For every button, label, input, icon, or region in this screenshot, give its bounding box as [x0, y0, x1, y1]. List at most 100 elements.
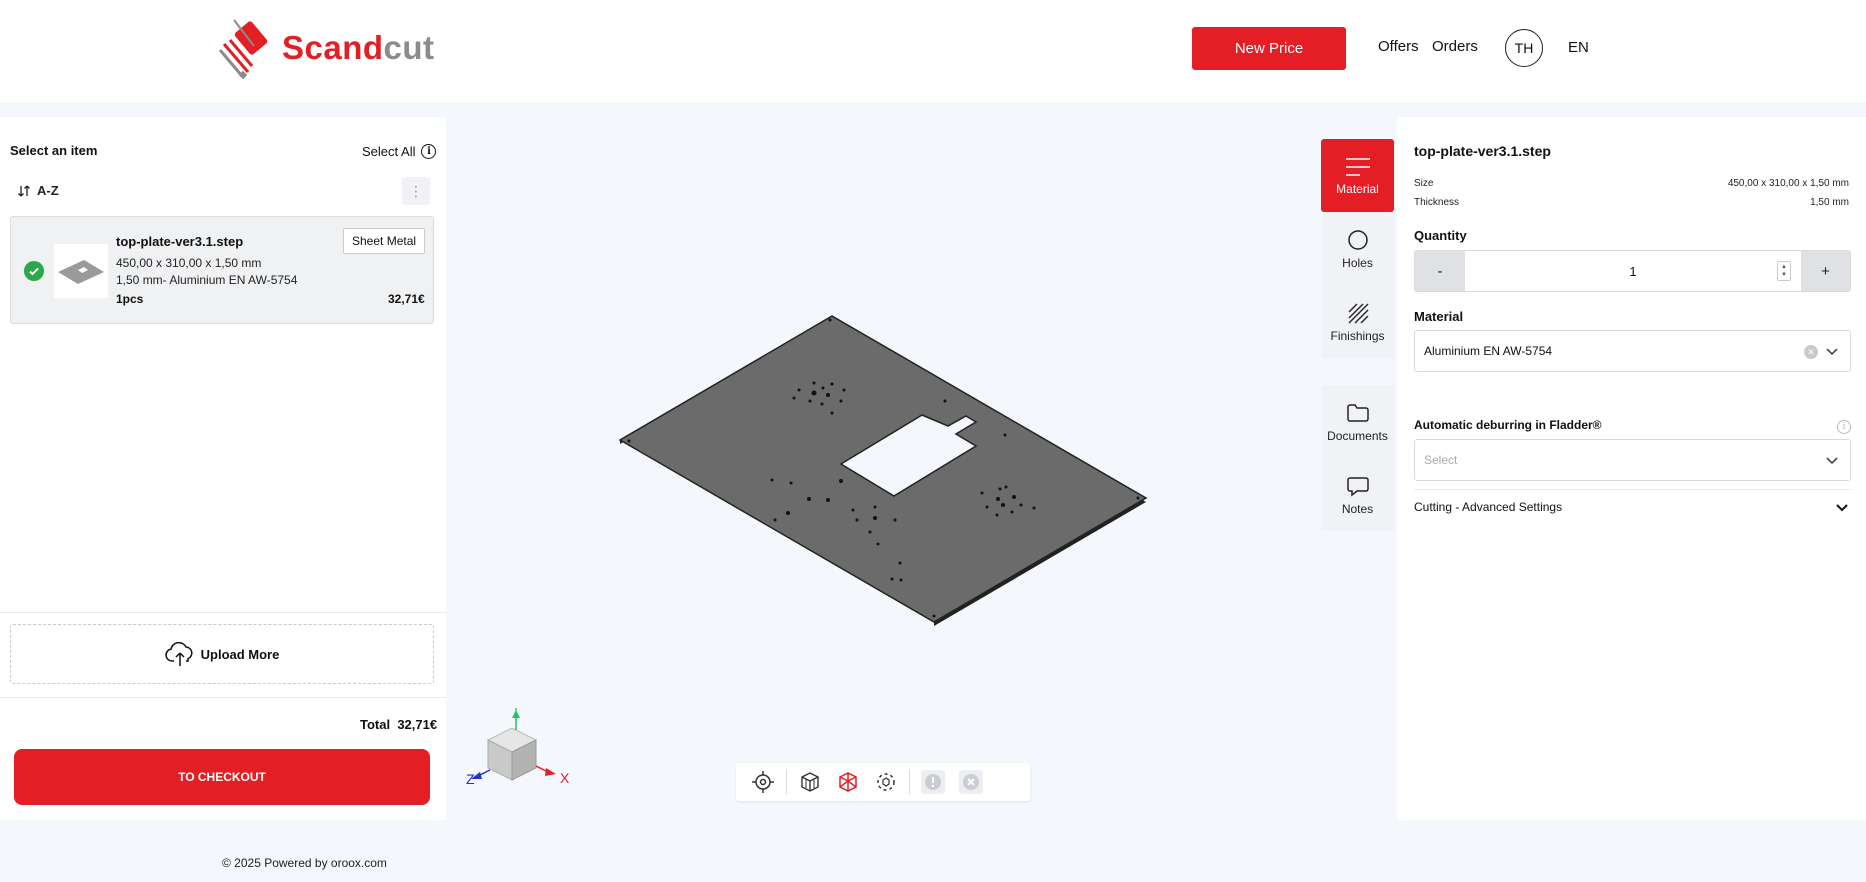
- quantity-value: 1: [1629, 263, 1637, 279]
- size-label: Size: [1414, 178, 1434, 189]
- tab-notes-label: Notes: [1341, 501, 1374, 516]
- tab-notes[interactable]: Notes: [1321, 458, 1394, 531]
- list-item[interactable]: top-plate-ver3.1.step Sheet Metal 450,00…: [10, 216, 434, 324]
- recenter-button[interactable]: [744, 766, 782, 798]
- item-dimensions: 450,00 x 310,00 x 1,50 mm: [116, 256, 262, 270]
- axis-z-label: Z: [466, 771, 475, 787]
- error-icon: [959, 770, 983, 794]
- size-row: Size 450,00 x 310,00 x 1,50 mm: [1414, 178, 1849, 189]
- item-material: 1,50 mm- Aluminium EN AW-5754: [116, 273, 298, 287]
- part-3d-view[interactable]: [600, 300, 1160, 640]
- size-value: 450,00 x 310,00 x 1,50 mm: [1727, 178, 1849, 189]
- more-options-button[interactable]: ⋮: [402, 177, 430, 205]
- quantity-stepper: - 1 ▲ ▼ +: [1414, 250, 1851, 292]
- item-list-panel: Select an item Select All i A-Z ⋮ top-pl…: [0, 117, 446, 820]
- info-icon[interactable]: i: [421, 144, 437, 159]
- logo-text: Scandcut: [282, 29, 435, 66]
- tab-documents-label: Documents: [1327, 428, 1388, 443]
- upload-more-button[interactable]: Upload More: [10, 624, 434, 684]
- deburring-select[interactable]: Select: [1414, 439, 1851, 481]
- item-quantity: 1pcs: [116, 292, 144, 306]
- new-price-button[interactable]: New Price: [1192, 27, 1346, 70]
- tab-material-label: Material: [1336, 181, 1379, 196]
- nav-offers-link[interactable]: Offers: [1378, 38, 1419, 55]
- checkout-button[interactable]: TO CHECKOUT: [14, 749, 430, 805]
- brand-logo[interactable]: Scandcut: [218, 16, 435, 80]
- item-filename: top-plate-ver3.1.step: [116, 234, 244, 249]
- fit-view-button[interactable]: [867, 766, 905, 798]
- wireframe-button[interactable]: [829, 766, 867, 798]
- footer-text: © 2025 Powered by oroox.com: [222, 856, 387, 870]
- sort-label: A-Z: [37, 183, 59, 198]
- upload-label: Upload More: [200, 646, 280, 662]
- thickness-label: Thickness: [1414, 197, 1460, 208]
- fit-view-icon: [877, 773, 895, 791]
- hatch-icon: [1348, 303, 1368, 323]
- warnings-button[interactable]: [914, 766, 952, 798]
- part-thumbnail: [54, 244, 108, 298]
- divider: [0, 697, 446, 698]
- material-value: Aluminium EN AW-5754: [1424, 344, 1553, 358]
- errors-button[interactable]: [952, 766, 990, 798]
- tab-finishings-label: Finishings: [1330, 328, 1385, 343]
- cloud-upload-icon: [164, 641, 193, 666]
- divider: [0, 612, 446, 613]
- axis-y-label: Y: [511, 708, 521, 714]
- nav-orders-link[interactable]: Orders: [1432, 38, 1478, 55]
- quantity-spinner[interactable]: ▲ ▼: [1777, 261, 1791, 281]
- thickness-value: 1,50 mm: [1810, 197, 1849, 208]
- info-icon[interactable]: i: [1837, 420, 1851, 434]
- cube-view-icon: [801, 772, 819, 792]
- tab-holes[interactable]: Holes: [1321, 212, 1394, 285]
- quantity-decrement-button[interactable]: -: [1415, 251, 1465, 291]
- divider: [909, 769, 910, 795]
- quantity-increment-button[interactable]: +: [1801, 251, 1850, 291]
- advanced-settings-toggle[interactable]: Cutting - Advanced Settings: [1414, 498, 1851, 516]
- config-panel: top-plate-ver3.1.step Size 450,00 x 310,…: [1397, 117, 1866, 820]
- deburring-placeholder: Select: [1424, 453, 1458, 467]
- warning-icon: [921, 770, 945, 794]
- item-type-badge: Sheet Metal: [343, 228, 426, 254]
- tab-material[interactable]: Material: [1321, 139, 1394, 212]
- part-title: top-plate-ver3.1.step: [1414, 143, 1551, 159]
- select-all-button[interactable]: Select All i: [362, 144, 437, 159]
- check-icon: [24, 261, 44, 281]
- material-select[interactable]: Aluminium EN AW-5754 ✕: [1414, 330, 1851, 372]
- logo-mark-icon: [218, 19, 268, 80]
- menu-lines-icon: [1345, 157, 1370, 176]
- more-vertical-icon: ⋮: [409, 182, 423, 199]
- chevron-down-icon: [1826, 348, 1838, 356]
- folder-icon: [1346, 403, 1369, 422]
- quantity-label: Quantity: [1414, 228, 1467, 243]
- cube-view-button[interactable]: [791, 766, 829, 798]
- tab-documents[interactable]: Documents: [1321, 385, 1394, 458]
- language-switcher[interactable]: EN: [1568, 39, 1589, 56]
- select-all-label: Select All: [362, 144, 416, 159]
- clear-icon[interactable]: ✕: [1804, 345, 1818, 359]
- wireframe-icon: [839, 772, 857, 792]
- circle-icon: [1347, 229, 1368, 250]
- divider: [1414, 489, 1851, 490]
- total-label: Total: [360, 717, 391, 732]
- axis-x-label: X: [560, 770, 570, 786]
- tab-holes-label: Holes: [1342, 255, 1373, 270]
- crosshair-icon: [752, 771, 774, 793]
- material-label: Material: [1414, 309, 1464, 324]
- sort-arrows-icon: [18, 185, 30, 196]
- divider: [786, 769, 787, 795]
- chevron-down-icon: [1826, 457, 1838, 465]
- sort-button[interactable]: A-Z: [17, 183, 59, 198]
- top-header: Scandcut New Price Offers Orders TH EN: [0, 0, 1866, 102]
- select-item-heading: Select an item: [10, 143, 98, 158]
- thickness-row: Thickness 1,50 mm: [1414, 197, 1849, 208]
- quantity-input[interactable]: 1 ▲ ▼: [1465, 251, 1801, 291]
- user-avatar[interactable]: TH: [1505, 29, 1543, 67]
- axis-gizmo[interactable]: Y X Z: [466, 708, 576, 808]
- total-value: 32,71€: [397, 717, 438, 732]
- advanced-settings-label: Cutting - Advanced Settings: [1414, 500, 1563, 514]
- order-total: Total 32,71€: [360, 717, 437, 732]
- tab-finishings[interactable]: Finishings: [1321, 285, 1394, 358]
- item-price: 32,71€: [388, 292, 425, 306]
- chat-bubble-icon: [1346, 476, 1369, 497]
- deburring-label: Automatic deburring in Fladder®: [1414, 418, 1602, 432]
